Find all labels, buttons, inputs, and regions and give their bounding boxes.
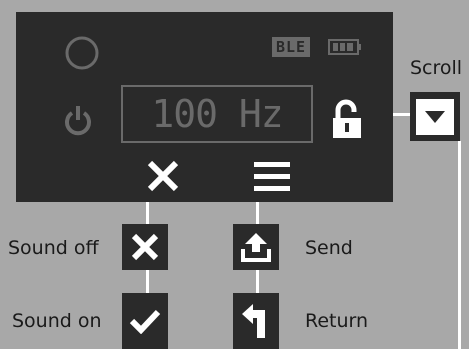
return-label: Return <box>305 310 369 332</box>
return-button[interactable] <box>233 293 279 349</box>
connector-soundoff-soundon <box>146 269 149 293</box>
sound-on-label: Sound on <box>12 310 102 332</box>
sound-off-button[interactable] <box>122 224 168 270</box>
x-icon[interactable] <box>146 160 180 192</box>
down-arrow-icon <box>425 110 445 123</box>
battery-icon <box>328 39 361 55</box>
power-icon <box>65 106 91 136</box>
sound-on-button[interactable] <box>122 293 168 349</box>
send-label: Send <box>305 237 353 259</box>
scroll-label: Scroll <box>410 57 463 79</box>
return-arrow-icon <box>242 304 265 338</box>
upload-icon <box>241 233 271 262</box>
menu-icon[interactable] <box>254 162 290 192</box>
ble-badge: BLE <box>272 37 311 57</box>
send-button[interactable] <box>233 224 279 270</box>
connector-send-return <box>256 269 259 293</box>
sound-off-label: Sound off <box>8 237 99 259</box>
device-screen: BLE 100 Hz <box>16 12 393 202</box>
ring-icon <box>65 36 99 70</box>
unlocked-padlock-icon <box>333 99 361 138</box>
diagram: BLE 100 Hz Scroll Sound off Sound on Sen… <box>0 0 469 349</box>
check-icon <box>129 309 161 334</box>
frequency-display: 100 Hz <box>121 85 313 143</box>
x-icon <box>131 233 159 261</box>
scroll-button[interactable] <box>410 92 460 141</box>
connector-scroll-down <box>458 141 461 349</box>
